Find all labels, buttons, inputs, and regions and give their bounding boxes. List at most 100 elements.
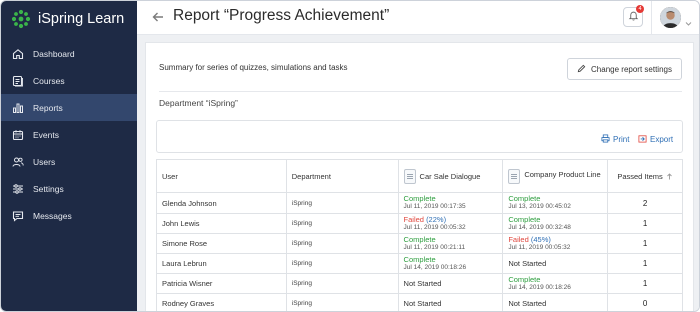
- sidebar: iSpring Learn Dashboard Courses Reports: [1, 1, 137, 311]
- department-title: Department “iSpring”: [159, 98, 238, 108]
- report-panel: Summary for series of quizzes, simulatio…: [145, 42, 694, 311]
- passed-count: 0: [642, 299, 648, 308]
- bar-chart-icon: [12, 102, 24, 114]
- passed-count: 1: [642, 219, 648, 228]
- passed-count: 1: [642, 279, 648, 288]
- users-icon: [12, 156, 24, 168]
- report-summary: Summary for series of quizzes, simulatio…: [159, 63, 348, 72]
- user-name[interactable]: Glenda Johnson: [162, 199, 286, 208]
- home-icon: [12, 48, 24, 60]
- passed-count: 1: [642, 239, 648, 248]
- divider: [159, 91, 682, 92]
- brand[interactable]: iSpring Learn: [1, 1, 137, 37]
- sidebar-item-label: Dashboard: [33, 48, 75, 59]
- print-label: Print: [613, 135, 630, 144]
- chevron-down-icon[interactable]: [685, 14, 692, 26]
- document-icon: [403, 168, 416, 184]
- department-cell: iSpring: [291, 199, 312, 207]
- user-name[interactable]: Patricia Wisner: [162, 279, 286, 288]
- sidebar-item-label: Users: [33, 156, 56, 167]
- table-row: Laura Lebrun iSpring Complete Jul 14, 20…: [157, 254, 683, 274]
- print-link[interactable]: Print: [601, 134, 629, 145]
- change-button-label: Change report settings: [591, 64, 672, 74]
- sidebar-item-label: Events: [33, 129, 59, 140]
- sidebar-item-label: Courses: [33, 75, 65, 86]
- status-not-started: Not Started: [508, 259, 547, 268]
- sidebar-nav: Dashboard Courses Reports Events Users S…: [1, 40, 137, 229]
- app-window: iSpring Learn Dashboard Courses Reports: [0, 0, 700, 312]
- user-name[interactable]: Simone Rose: [162, 239, 286, 248]
- column-header-passed[interactable]: Passed Items: [608, 160, 683, 192]
- sliders-icon: [12, 183, 24, 195]
- status-date: Jul 14, 2019 00:18:26: [508, 283, 571, 291]
- app-name: iSpring Learn: [38, 11, 125, 27]
- courses-icon: [12, 75, 24, 87]
- notification-count-badge: 4: [636, 5, 644, 13]
- table-row: Rodney Graves iSpring Not Started Not St…: [157, 294, 683, 311]
- passed-count: 2: [642, 198, 648, 208]
- sidebar-item-label: Settings: [33, 183, 64, 194]
- sidebar-item-messages[interactable]: Messages: [1, 202, 137, 229]
- department-cell: iSpring: [291, 280, 312, 287]
- sidebar-item-dashboard[interactable]: Dashboard: [1, 40, 137, 67]
- document-icon: [508, 168, 521, 184]
- sidebar-item-reports[interactable]: Reports: [1, 94, 137, 121]
- user-name[interactable]: Rodney Graves: [162, 299, 286, 308]
- user-name[interactable]: Laura Lebrun: [162, 259, 286, 268]
- main-content: Summary for series of quizzes, simulatio…: [137, 35, 699, 311]
- back-arrow-icon[interactable]: [151, 10, 165, 24]
- sidebar-item-users[interactable]: Users: [1, 148, 137, 175]
- column-header-car-sale[interactable]: Car Sale Dialogue: [399, 160, 504, 192]
- score-link[interactable]: (45%): [531, 235, 551, 244]
- status-complete: Complete: [403, 194, 436, 203]
- sidebar-item-events[interactable]: Events: [1, 121, 137, 148]
- header-divider: [651, 1, 652, 35]
- status-date: Jul 11, 2019 00:05:32: [508, 243, 571, 251]
- status-date: Jul 11, 2019 00:05:32: [403, 223, 466, 231]
- sidebar-item-label: Reports: [33, 102, 63, 113]
- status-date: Jul 14, 2019 00:32:48: [508, 223, 571, 231]
- department-cell: iSpring: [291, 300, 312, 307]
- status-not-started: Not Started: [403, 299, 442, 308]
- status-failed: Failed (22%): [403, 214, 447, 224]
- department-cell: iSpring: [291, 240, 312, 247]
- report-toolbar: Print Export: [156, 120, 683, 153]
- export-label: Export: [650, 135, 674, 144]
- user-name[interactable]: John Lewis: [162, 219, 286, 228]
- table-row: Glenda Johnson iSpring Complete Jul 11, …: [157, 193, 683, 214]
- export-link[interactable]: Export: [638, 134, 673, 145]
- message-icon: [12, 210, 24, 222]
- change-report-settings-button[interactable]: Change report settings: [567, 58, 682, 80]
- status-date: Jul 14, 2019 00:18:26: [403, 263, 467, 271]
- table-row: John Lewis iSpring Failed (22%) Jul 11, …: [157, 214, 683, 234]
- score-link[interactable]: (22%): [426, 215, 446, 224]
- table-header-row: User Department Car Sale Dialogue Compan…: [157, 160, 683, 193]
- department-cell: iSpring: [291, 220, 312, 227]
- status-complete: Complete: [403, 234, 436, 244]
- status-failed: Failed (45%): [508, 234, 551, 244]
- sidebar-item-settings[interactable]: Settings: [1, 175, 137, 202]
- column-header-department[interactable]: Department: [287, 160, 399, 192]
- table-row: Patricia Wisner iSpring Not Started Comp…: [157, 274, 683, 294]
- status-complete: Complete: [508, 214, 541, 224]
- sort-arrow-icon[interactable]: [666, 172, 673, 180]
- avatar[interactable]: [660, 7, 681, 28]
- column-header-company-product[interactable]: Company Product Line: [503, 160, 609, 192]
- printer-icon: [601, 134, 610, 145]
- sidebar-item-courses[interactable]: Courses: [1, 67, 137, 94]
- top-header: Report “Progress Achievement” 4: [137, 1, 699, 35]
- status-date: Jul 11, 2019 00:17:35: [403, 203, 466, 210]
- column-header-user[interactable]: User: [157, 160, 287, 192]
- status-complete: Complete: [403, 254, 436, 264]
- pencil-icon: [577, 64, 586, 75]
- passed-count: 1: [642, 259, 648, 268]
- status-date: Jul 11, 2019 00:21:11: [403, 243, 466, 251]
- status-complete: Complete: [508, 194, 541, 203]
- export-icon: [638, 134, 647, 145]
- status-not-started: Not Started: [508, 299, 547, 308]
- status-not-started: Not Started: [403, 279, 442, 288]
- page-title: Report “Progress Achievement”: [173, 7, 390, 24]
- status-date: Jul 13, 2019 00:45:02: [508, 203, 571, 210]
- sidebar-item-label: Messages: [33, 210, 72, 221]
- ispring-logo-icon: [11, 9, 31, 29]
